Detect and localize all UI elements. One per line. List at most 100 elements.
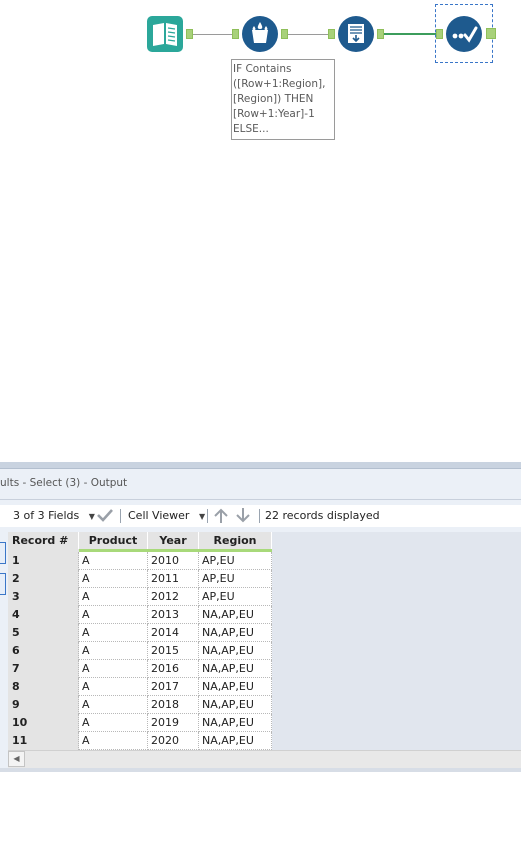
output-anchor[interactable]	[186, 29, 193, 39]
product-cell[interactable]: A	[78, 641, 148, 660]
region-cell[interactable]: NA,AP,EU	[198, 623, 272, 642]
year-cell[interactable]: 2013	[147, 605, 199, 624]
record-number-cell: 3	[8, 587, 79, 606]
region-cell[interactable]: NA,AP,EU	[198, 731, 272, 750]
product-cell[interactable]: A	[78, 569, 148, 588]
results-table: Record # Product Year Region 1 A 2010 AP,EU…	[8, 532, 272, 750]
year-cell[interactable]: 2014	[147, 623, 199, 642]
results-toolbar: 3 of 3 Fields ▼ Cell Viewer ▼ 22 records…	[0, 505, 521, 527]
record-number-cell: 6	[8, 641, 79, 660]
table-row[interactable]: 11 A 2020 NA,AP,EU	[8, 731, 272, 750]
record-number-cell: 5	[8, 623, 79, 642]
year-cell[interactable]: 2015	[147, 641, 199, 660]
select-icon	[446, 16, 482, 52]
check-icon[interactable]	[96, 507, 114, 523]
input-anchor[interactable]	[328, 29, 335, 39]
multi-row-formula-icon	[242, 16, 278, 52]
table-row[interactable]: 8 A 2017 NA,AP,EU	[8, 677, 272, 696]
product-cell[interactable]: A	[78, 713, 148, 732]
toolbar-divider	[120, 509, 121, 523]
fields-label: 3 of 3 Fields	[13, 509, 80, 522]
product-cell[interactable]: A	[78, 659, 148, 678]
product-cell[interactable]: A	[78, 605, 148, 624]
arrow-up-icon[interactable]	[212, 507, 230, 523]
book-icon	[147, 16, 183, 52]
table-body: 1 A 2010 AP,EU 2 A 2011 AP,EU 3 A 2012 AP,EU 4 A 2013 N…	[8, 550, 272, 750]
region-cell[interactable]: NA,AP,EU	[198, 641, 272, 660]
record-number-cell: 11	[8, 731, 79, 750]
year-cell[interactable]: 2017	[147, 677, 199, 696]
table-row[interactable]: 4 A 2013 NA,AP,EU	[8, 605, 272, 624]
region-cell[interactable]: NA,AP,EU	[198, 695, 272, 714]
table-row[interactable]: 3 A 2012 AP,EU	[8, 587, 272, 606]
year-cell[interactable]: 2012	[147, 587, 199, 606]
table-row[interactable]: 5 A 2014 NA,AP,EU	[8, 623, 272, 642]
record-number-cell: 1	[8, 550, 79, 570]
side-strip	[0, 532, 8, 762]
table-header-row: Record # Product Year Region	[8, 532, 272, 552]
region-cell[interactable]: NA,AP,EU	[198, 677, 272, 696]
side-tab-button[interactable]	[0, 573, 6, 595]
data-grid[interactable]: Record # Product Year Region 1 A 2010 AP,EU…	[8, 532, 521, 750]
select-tool[interactable]	[445, 15, 483, 53]
formula-annotation: IF Contains ([Row+1:Region], [Region]) T…	[231, 59, 335, 140]
product-cell[interactable]: A	[78, 623, 148, 642]
results-panel: ults - Select (3) - Output 3 of 3 Fields…	[0, 462, 521, 772]
year-cell[interactable]: 2016	[147, 659, 199, 678]
records-count: 22 records displayed	[265, 509, 380, 522]
side-tab-button[interactable]	[0, 542, 6, 564]
cell-viewer-dropdown[interactable]: Cell Viewer ▼	[128, 508, 205, 524]
year-cell[interactable]: 2010	[147, 550, 199, 570]
table-row[interactable]: 10 A 2019 NA,AP,EU	[8, 713, 272, 732]
record-number-cell: 9	[8, 695, 79, 714]
record-number-cell: 10	[8, 713, 79, 732]
output-anchor[interactable]	[281, 29, 288, 39]
scroll-left-icon[interactable]: ◀	[8, 751, 25, 767]
column-header-record[interactable]: Record #	[8, 532, 79, 552]
table-row[interactable]: 9 A 2018 NA,AP,EU	[8, 695, 272, 714]
region-cell[interactable]: NA,AP,EU	[198, 605, 272, 624]
year-cell[interactable]: 2011	[147, 569, 199, 588]
workflow-canvas[interactable]: IF Contains ([Row+1:Region], [Region]) T…	[0, 0, 521, 462]
year-cell[interactable]: 2019	[147, 713, 199, 732]
cell-viewer-label: Cell Viewer	[128, 509, 190, 522]
region-cell[interactable]: AP,EU	[198, 587, 272, 606]
multi-row-formula-tool[interactable]	[241, 15, 279, 53]
append-tool[interactable]	[337, 15, 375, 53]
column-header-product[interactable]: Product	[78, 532, 148, 552]
results-splitter[interactable]	[0, 462, 521, 469]
record-number-cell: 4	[8, 605, 79, 624]
arrow-down-icon[interactable]	[234, 507, 252, 523]
output-anchor[interactable]	[486, 28, 496, 39]
input-data-tool[interactable]	[146, 15, 184, 53]
table-row[interactable]: 6 A 2015 NA,AP,EU	[8, 641, 272, 660]
table-row[interactable]: 2 A 2011 AP,EU	[8, 569, 272, 588]
results-bottom-border	[0, 768, 521, 772]
product-cell[interactable]: A	[78, 731, 148, 750]
connector-line-active[interactable]	[384, 33, 436, 35]
input-anchor[interactable]	[232, 29, 239, 39]
table-row[interactable]: 1 A 2010 AP,EU	[8, 550, 272, 570]
append-icon	[338, 16, 374, 52]
fields-dropdown[interactable]: 3 of 3 Fields ▼	[13, 508, 95, 524]
year-cell[interactable]: 2018	[147, 695, 199, 714]
product-cell[interactable]: A	[78, 677, 148, 696]
column-header-region[interactable]: Region	[198, 532, 272, 552]
column-header-year[interactable]: Year	[147, 532, 199, 552]
record-number-cell: 2	[8, 569, 79, 588]
year-cell[interactable]: 2020	[147, 731, 199, 750]
region-cell[interactable]: NA,AP,EU	[198, 659, 272, 678]
horizontal-scrollbar[interactable]: ◀	[8, 750, 521, 768]
product-cell[interactable]: A	[78, 695, 148, 714]
region-cell[interactable]: AP,EU	[198, 550, 272, 570]
chevron-down-icon: ▼	[88, 512, 95, 521]
record-number-cell: 7	[8, 659, 79, 678]
product-cell[interactable]: A	[78, 550, 148, 570]
product-cell[interactable]: A	[78, 587, 148, 606]
output-anchor[interactable]	[377, 29, 384, 39]
connector-line[interactable]	[193, 34, 232, 35]
connector-line[interactable]	[288, 34, 328, 35]
region-cell[interactable]: AP,EU	[198, 569, 272, 588]
region-cell[interactable]: NA,AP,EU	[198, 713, 272, 732]
table-row[interactable]: 7 A 2016 NA,AP,EU	[8, 659, 272, 678]
